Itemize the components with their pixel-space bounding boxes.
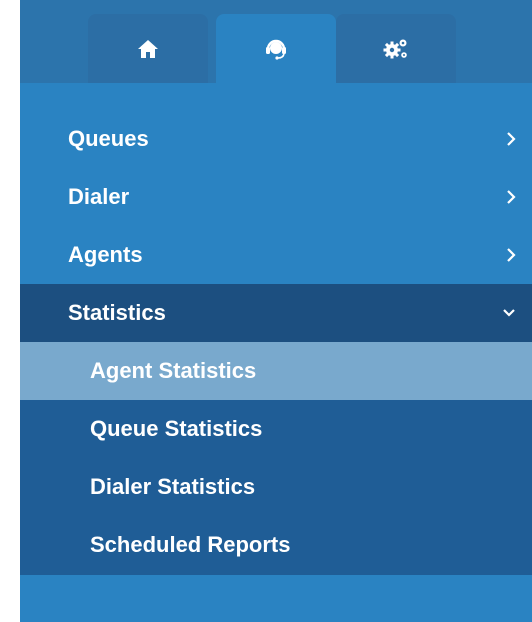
- tab-agents[interactable]: [216, 14, 336, 83]
- headset-agent-icon: [266, 39, 286, 60]
- tab-bar: [20, 0, 532, 83]
- menu-item-label: Agents: [68, 242, 143, 267]
- tab-settings[interactable]: [336, 14, 456, 83]
- submenu-item-label: Scheduled Reports: [90, 532, 291, 557]
- menu-item-label: Statistics: [68, 300, 166, 325]
- submenu-item-label: Agent Statistics: [90, 358, 257, 383]
- submenu-item-queue-statistics[interactable]: Queue Statistics: [20, 400, 532, 458]
- submenu-item-label: Dialer Statistics: [90, 474, 256, 499]
- statistics-submenu: Agent Statistics Queue Statistics Dialer…: [20, 342, 532, 575]
- submenu-item-label: Queue Statistics: [90, 416, 263, 441]
- navigation-menu: Queues Dialer Agents Statistics Agent St…: [20, 110, 532, 575]
- submenu-item-agent-statistics[interactable]: Agent Statistics: [20, 342, 532, 400]
- menu-item-queues[interactable]: Queues: [20, 110, 532, 168]
- tab-home[interactable]: [88, 14, 208, 83]
- chevron-down-icon: [503, 309, 515, 317]
- menu-item-statistics[interactable]: Statistics: [20, 284, 532, 342]
- home-icon: [138, 39, 158, 58]
- menu-item-label: Queues: [68, 126, 149, 151]
- chevron-right-icon: [507, 248, 516, 262]
- submenu-item-scheduled-reports[interactable]: Scheduled Reports: [20, 516, 532, 574]
- submenu-item-dialer-statistics[interactable]: Dialer Statistics: [20, 458, 532, 516]
- menu-item-agents[interactable]: Agents: [20, 226, 532, 284]
- chevron-right-icon: [507, 132, 516, 146]
- chevron-right-icon: [507, 190, 516, 204]
- sidebar: Queues Dialer Agents Statistics Agent St…: [20, 0, 532, 622]
- menu-item-dialer[interactable]: Dialer: [20, 168, 532, 226]
- menu-item-label: Dialer: [68, 184, 130, 209]
- gears-settings-icon: [383, 39, 407, 58]
